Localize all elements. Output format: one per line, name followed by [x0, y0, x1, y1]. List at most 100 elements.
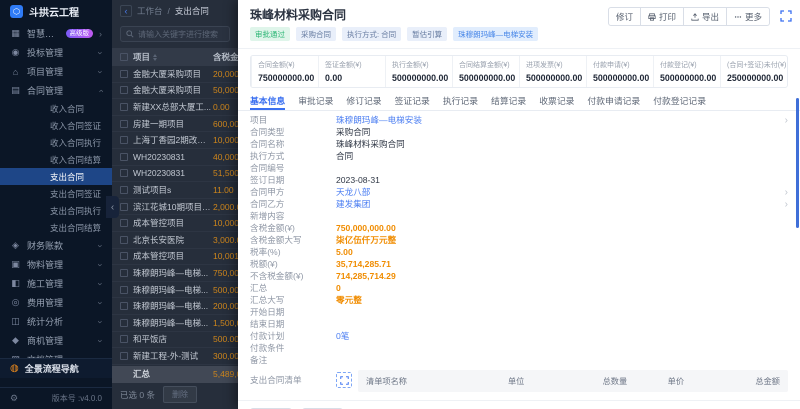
sidebar-item[interactable]: ▣ 物料管理 › — [0, 255, 112, 274]
project-name: 珠穆朗玛峰—电梯... — [133, 317, 211, 329]
table-row[interactable]: WH20230831 40,000.00 — [112, 149, 238, 166]
select-all-checkbox[interactable] — [120, 53, 128, 61]
row-checkbox[interactable] — [120, 286, 128, 294]
field-label: 执行方式 — [250, 150, 336, 162]
row-checkbox[interactable] — [120, 203, 128, 211]
form-row: 执行方式 合同 — [250, 150, 788, 162]
menu-icon: ▦ — [10, 28, 21, 39]
sidebar-item-label: 商机管理 — [27, 334, 93, 347]
search-input[interactable]: 请输入关键字进行搜索 — [120, 26, 230, 42]
stat-label: 付款登记(¥) — [660, 60, 714, 70]
sidebar-item[interactable]: ◧ 施工管理 › — [0, 274, 112, 293]
tab[interactable]: 签证记录 — [395, 94, 430, 110]
table-row[interactable]: 和平饭店 500.00 — [112, 332, 238, 349]
row-checkbox[interactable] — [120, 120, 128, 128]
row-checkbox[interactable] — [120, 352, 128, 360]
more-button[interactable]: 更多 — [726, 7, 770, 26]
tab[interactable]: 基本信息 — [250, 94, 285, 110]
process-navigation[interactable]: ◍ 全景流程导航 — [0, 358, 112, 378]
table-row[interactable]: 北京长安医院 3,000.00 — [112, 232, 238, 249]
tab[interactable]: 付款登记记录 — [653, 94, 706, 110]
sidebar-item[interactable]: 支出合同执行 — [0, 202, 112, 219]
table-row[interactable]: 珠穆朗玛峰—电梯... 200,000,0 — [112, 298, 238, 315]
tab[interactable]: 修订记录 — [346, 94, 381, 110]
table-row[interactable]: 滨江花城10期项目-... 2,000.00 — [112, 199, 238, 216]
sidebar-collapse-handle[interactable]: ‹ — [106, 196, 119, 218]
app-title: 斗拱云工程 — [29, 4, 79, 19]
sidebar-item[interactable]: ◆ 商机管理 › — [0, 331, 112, 350]
project-name: 成本管控项目 — [133, 217, 211, 229]
table-row[interactable]: 上海丁香园2期改造... 10,000.00 — [112, 132, 238, 149]
table-row[interactable]: 新建工程-外-测试 300,000.0 — [112, 348, 238, 365]
back-button[interactable]: ‹ — [120, 5, 132, 17]
row-checkbox[interactable] — [120, 335, 128, 343]
delete-button[interactable]: 删除 — [163, 386, 197, 403]
sidebar-item[interactable]: ▤ 合同管理 › — [0, 81, 112, 100]
sidebar-item[interactable]: 支出合同 — [0, 168, 112, 185]
row-checkbox[interactable] — [120, 169, 128, 177]
export-button[interactable]: 导出 — [683, 7, 727, 26]
sidebar-item[interactable]: ◈ 财务账款 › — [0, 236, 112, 255]
print-button[interactable]: 打印 — [640, 7, 684, 26]
table-row[interactable]: 金融大厦采购项目 50,000.00 — [112, 83, 238, 100]
app-logo[interactable]: ⬡ 斗拱云工程 — [0, 0, 112, 22]
form-row: 合同编号 — [250, 162, 788, 174]
table-row[interactable]: 成本管控项目 10,000.00 — [112, 215, 238, 232]
row-checkbox[interactable] — [120, 319, 128, 327]
sidebar-item[interactable]: ◎ 费用管理 › — [0, 293, 112, 312]
sidebar-item[interactable]: ⌂ 项目管理 › — [0, 62, 112, 81]
scrollbar-thumb[interactable] — [796, 98, 799, 228]
tab[interactable]: 结算记录 — [491, 94, 526, 110]
row-checkbox[interactable] — [120, 219, 128, 227]
table-row[interactable]: 珠穆朗玛峰—电梯... 1,500,000 — [112, 315, 238, 332]
tab[interactable]: 付款申请记录 — [587, 94, 640, 110]
row-checkbox[interactable] — [120, 236, 128, 244]
row-checkbox[interactable] — [120, 70, 128, 78]
row-checkbox[interactable] — [120, 269, 128, 277]
row-checkbox[interactable] — [120, 252, 128, 260]
fullscreen-icon[interactable] — [780, 9, 792, 27]
project-name: 金融大厦采购项目 — [133, 84, 211, 96]
field-value: 0笔 — [336, 330, 349, 342]
stats-bar: 合同金额(¥) 750000000.00 签证金额(¥) 0.00 执行金额(¥… — [250, 55, 788, 88]
sidebar-item[interactable]: ◫ 统计分析 › — [0, 312, 112, 331]
chevron-icon: › — [96, 320, 106, 323]
row-checkbox[interactable] — [120, 86, 128, 94]
chevron-right-icon[interactable]: › — [785, 187, 788, 198]
row-checkbox[interactable] — [120, 153, 128, 161]
sidebar-item[interactable]: 支出合同结算 — [0, 219, 112, 236]
table-row[interactable]: 新建XX总部大厦工... 0.00 — [112, 99, 238, 116]
row-checkbox[interactable] — [120, 136, 128, 144]
sidebar-item[interactable]: 收入合同 — [0, 100, 112, 117]
row-checkbox[interactable] — [120, 103, 128, 111]
chevron-right-icon[interactable]: › — [785, 115, 788, 126]
tab[interactable]: 审批记录 — [298, 94, 333, 110]
revise-button[interactable]: 修订 — [608, 7, 641, 26]
tab[interactable]: 收票记录 — [539, 94, 574, 110]
summary-row: 汇总 5,489,079 — [112, 366, 238, 383]
sidebar-item[interactable]: ◉ 投标管理 › — [0, 43, 112, 62]
sidebar-item[interactable]: 支出合同签证 — [0, 185, 112, 202]
table-row[interactable]: 金融大厦采购项目 20,000.00 — [112, 66, 238, 83]
sidebar-item[interactable]: 收入合同执行 — [0, 134, 112, 151]
chevron-right-icon[interactable]: › — [785, 199, 788, 210]
row-checkbox[interactable] — [120, 186, 128, 194]
table-row[interactable]: 成本管控项目 10,001.00 — [112, 249, 238, 266]
sidebar-item[interactable]: 收入合同结算 — [0, 151, 112, 168]
tab[interactable]: 执行记录 — [443, 94, 478, 110]
gear-icon[interactable]: ⚙ — [10, 393, 18, 404]
project-name: 珠穆朗玛峰—电梯... — [133, 267, 211, 279]
table-row[interactable]: WH20230831 51,500.00 — [112, 166, 238, 183]
table-row[interactable]: 房建一期项目 600,000.0 — [112, 116, 238, 133]
expand-icon[interactable] — [336, 372, 352, 388]
table-row[interactable]: 珠穆朗玛峰—电梯... 500,000,0 — [112, 282, 238, 299]
breadcrumb-root[interactable]: 工作台 — [137, 5, 163, 17]
sidebar-item[interactable]: 收入合同签证 — [0, 117, 112, 134]
contract-list-panel: ‹ 工作台 / 支出合同 请输入关键字进行搜索 项目 含税金额 金融大 — [112, 0, 238, 409]
table-row[interactable]: 测试项目s 11.00 — [112, 182, 238, 199]
row-checkbox[interactable] — [120, 302, 128, 310]
sort-icon[interactable] — [153, 54, 157, 61]
stat-label: 进项发票(¥) — [526, 60, 580, 70]
table-row[interactable]: 珠穆朗玛峰—电梯... 750,000,0 — [112, 265, 238, 282]
sidebar-item[interactable]: ▦ 智慧大屏 高级版 › — [0, 24, 112, 43]
